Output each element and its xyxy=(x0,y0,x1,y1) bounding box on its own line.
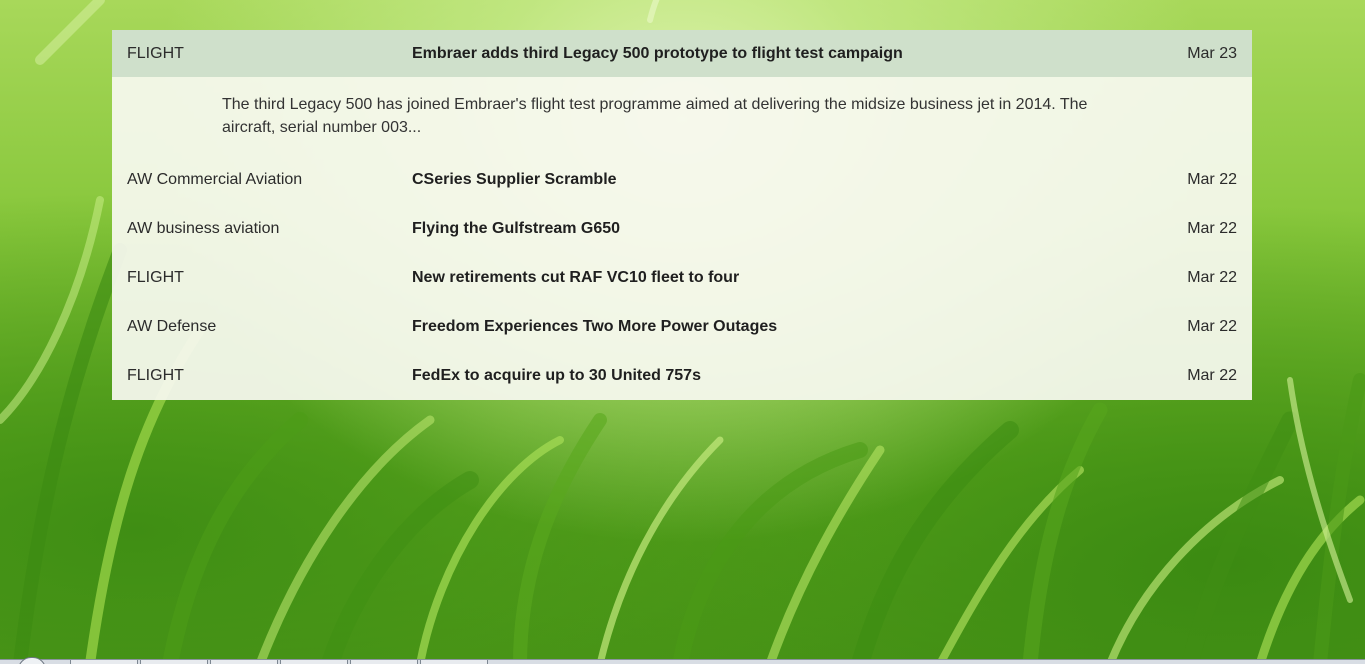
news-title-link[interactable]: New retirements cut RAF VC10 fleet to fo… xyxy=(412,269,739,287)
news-title-link[interactable]: Embraer adds third Legacy 500 prototype … xyxy=(412,45,903,63)
taskbar-button[interactable] xyxy=(140,660,208,664)
news-source: FLIGHT xyxy=(127,366,184,384)
news-item[interactable]: AW Commercial Aviation CSeries Supplier … xyxy=(112,155,1252,204)
news-date: Mar 22 xyxy=(1187,268,1237,286)
news-source: AW business aviation xyxy=(127,219,280,237)
news-date: Mar 22 xyxy=(1187,317,1237,335)
news-summary: The third Legacy 500 has joined Embraer'… xyxy=(112,77,1252,155)
news-item[interactable]: FLIGHT FedEx to acquire up to 30 United … xyxy=(112,351,1252,400)
news-source: FLIGHT xyxy=(127,268,184,286)
news-source: AW Commercial Aviation xyxy=(127,170,303,188)
news-title-link[interactable]: Freedom Experiences Two More Power Outag… xyxy=(412,318,777,336)
news-date: Mar 22 xyxy=(1187,366,1237,384)
news-title-link[interactable]: FedEx to acquire up to 30 United 757s xyxy=(412,367,701,385)
taskbar-button[interactable] xyxy=(420,660,488,664)
news-item[interactable]: AW business aviation Flying the Gulfstre… xyxy=(112,204,1252,253)
news-feed-panel: FLIGHT Embraer adds third Legacy 500 pro… xyxy=(112,30,1252,400)
taskbar-button[interactable] xyxy=(280,660,348,664)
news-title-link[interactable]: Flying the Gulfstream G650 xyxy=(412,220,620,238)
news-date: Mar 23 xyxy=(1187,44,1237,62)
news-source: AW Defense xyxy=(127,317,217,335)
news-title-link[interactable]: CSeries Supplier Scramble xyxy=(412,171,617,189)
news-source: FLIGHT xyxy=(127,44,184,62)
news-item[interactable]: FLIGHT Embraer adds third Legacy 500 pro… xyxy=(112,30,1252,77)
news-date: Mar 22 xyxy=(1187,219,1237,237)
news-date: Mar 22 xyxy=(1187,170,1237,188)
news-item[interactable]: FLIGHT New retirements cut RAF VC10 flee… xyxy=(112,253,1252,302)
taskbar-button[interactable] xyxy=(350,660,418,664)
taskbar-button[interactable] xyxy=(70,660,138,664)
news-summary-text: The third Legacy 500 has joined Embraer'… xyxy=(222,96,1088,136)
taskbar-button[interactable] xyxy=(210,660,278,664)
news-item[interactable]: AW Defense Freedom Experiences Two More … xyxy=(112,302,1252,351)
